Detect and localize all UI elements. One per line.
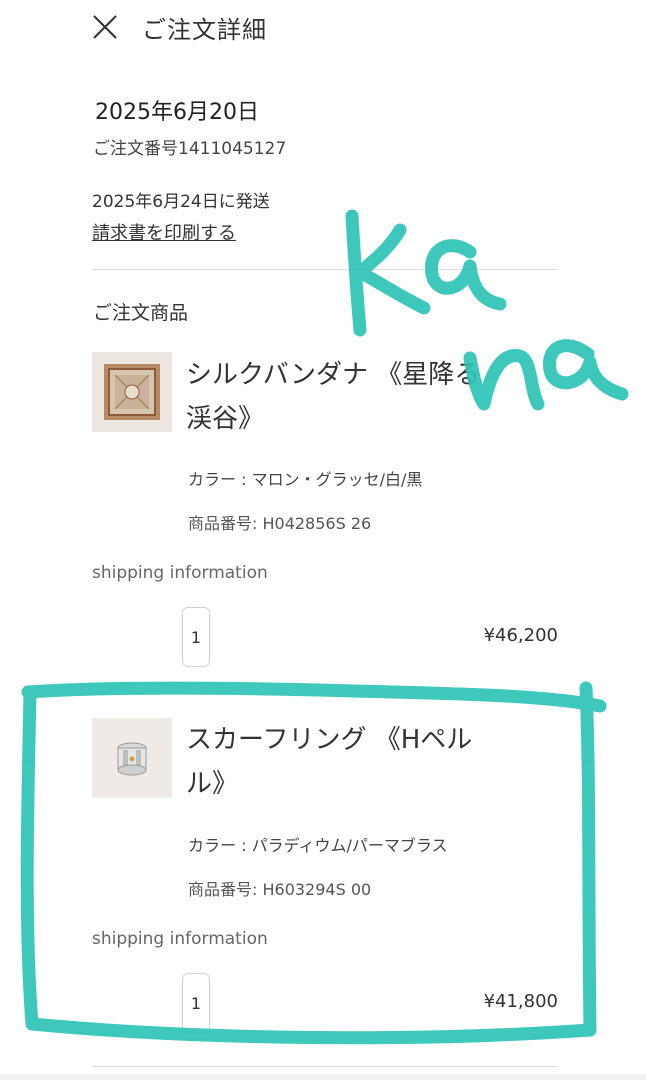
highlight-box xyxy=(21,681,607,713)
product-color: カラー : マロン・グラッセ/白/黒 xyxy=(188,470,423,489)
product-code: 商品番号: H042856S 26 xyxy=(188,514,372,533)
product-color: カラー : パラディウム/パーマブラス xyxy=(188,836,448,855)
shipping-information-label[interactable]: shipping information xyxy=(92,929,268,949)
divider xyxy=(92,1066,558,1067)
close-icon xyxy=(93,15,117,39)
product-thumbnail-scarf-ring[interactable] xyxy=(92,718,172,798)
page-title: ご注文詳細 xyxy=(142,16,267,44)
annotation-letter-k xyxy=(345,209,367,337)
annotation-letter-a xyxy=(543,339,629,401)
product-name[interactable]: スカーフリング 《Hペルル》 xyxy=(186,718,506,806)
ordered-items-title: ご注文商品 xyxy=(93,302,189,324)
quantity-field[interactable]: 1 xyxy=(182,607,210,667)
handwritten-annotation xyxy=(20,209,629,1045)
product-code: 商品番号: H603294S 00 xyxy=(188,880,372,899)
shipping-date: 2025年6月24日に発送 xyxy=(92,192,270,212)
header: ご注文詳細 xyxy=(0,0,646,56)
product-thumbnail-bandana[interactable] xyxy=(92,352,172,432)
print-invoice-link[interactable]: 請求書を印刷する xyxy=(92,219,236,245)
item-price: ¥41,800 xyxy=(483,991,558,1012)
order-detail-page: ご注文詳細 2025年6月20日 ご注文番号1411045127 2025年6月… xyxy=(0,0,646,1080)
bottom-edge xyxy=(0,1074,646,1080)
shipping-information-label[interactable]: shipping information xyxy=(92,563,268,583)
order-number: ご注文番号1411045127 xyxy=(93,139,287,159)
close-button[interactable] xyxy=(90,12,120,42)
divider xyxy=(92,269,558,270)
quantity-field[interactable]: 1 xyxy=(182,973,210,1033)
order-date: 2025年6月20日 xyxy=(95,100,259,125)
product-name[interactable]: シルクバンダナ 《星降る渓谷》 xyxy=(186,353,506,441)
annotation-letter-a xyxy=(425,239,507,311)
item-price: ¥46,200 xyxy=(483,625,558,646)
